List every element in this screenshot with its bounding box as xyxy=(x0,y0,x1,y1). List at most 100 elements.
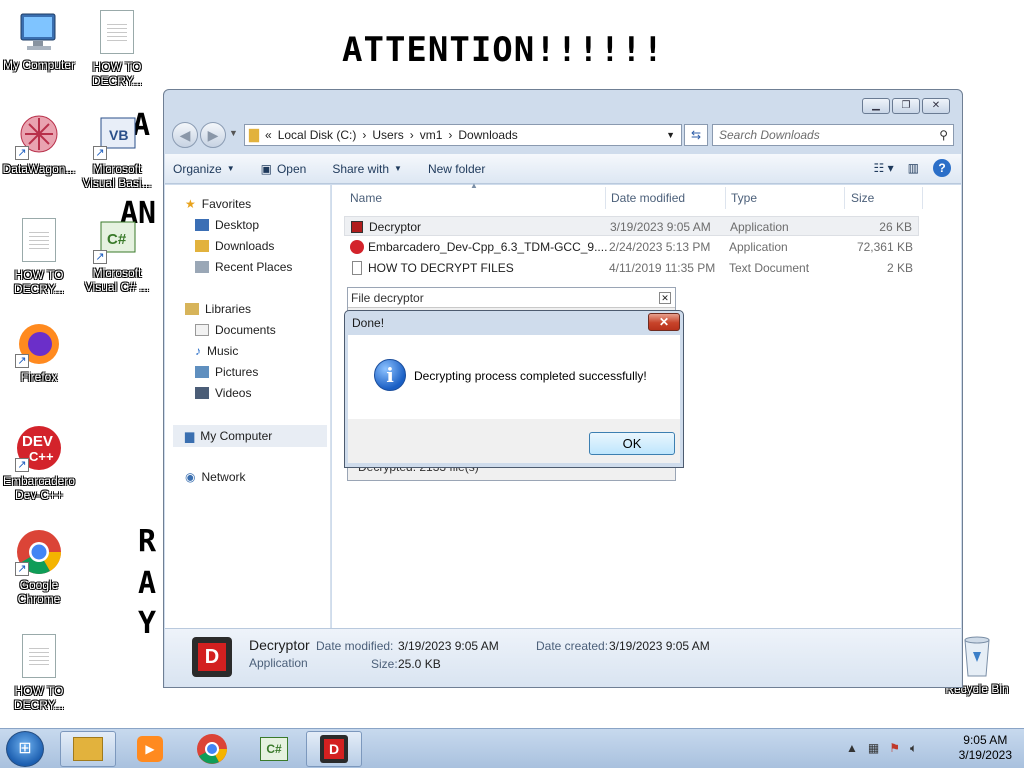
nav-libraries[interactable]: Libraries xyxy=(185,302,251,316)
nav-pictures[interactable]: Pictures xyxy=(195,365,258,379)
desktop-icon-firefox[interactable]: ↗ Firefox xyxy=(0,320,78,384)
view-options-icon[interactable]: ☷ ▾ xyxy=(874,161,894,175)
nav-downloads[interactable]: Downloads xyxy=(195,239,274,253)
back-button[interactable]: ◀ xyxy=(172,122,198,148)
breadcrumb-downloads[interactable]: Downloads xyxy=(458,128,517,142)
ransom-note-fragment: Y xyxy=(138,606,157,641)
svg-text:VB: VB xyxy=(109,127,128,143)
text-file-icon xyxy=(352,261,362,275)
videos-icon xyxy=(195,387,209,399)
forward-arrow-icon: ▶ xyxy=(207,127,219,143)
address-dropdown-icon[interactable]: ▼ xyxy=(666,130,675,140)
network-tray-icon[interactable]: ▦ xyxy=(868,741,879,756)
refresh-button[interactable]: ⇆ xyxy=(684,124,708,146)
details-type: Application xyxy=(249,656,308,670)
nav-desktop[interactable]: Desktop xyxy=(195,218,259,232)
desktop-icon-label: Embarcadero Dev-C++ xyxy=(2,474,76,502)
refresh-icon: ⇆ xyxy=(690,128,702,142)
taskbar-decryptor[interactable]: D xyxy=(306,731,362,767)
desktop-icon-how-to-decrypt-3[interactable]: HOW TO DECRY... xyxy=(0,632,78,712)
desktop-icon-label: Google Chrome xyxy=(17,578,61,606)
nav-recent-places[interactable]: Recent Places xyxy=(195,260,292,274)
address-bar[interactable]: ▇ « Local Disk (C:) › Users › vm1 › Down… xyxy=(244,124,682,146)
nav-my-computer[interactable]: ▆ My Computer xyxy=(173,425,327,447)
network-icon: ◉ xyxy=(185,470,196,484)
desktop-icon-visual-basic[interactable]: VB ↗ Microsoft Visual Basi... xyxy=(78,112,156,190)
desktop-icon-dev-cpp[interactable]: DEV C++ ↗ Embarcadero Dev-C++ xyxy=(0,424,78,502)
desktop-icon-datawagon[interactable]: ↗ DataWagon... xyxy=(0,112,78,176)
folder-icon: ▇ xyxy=(249,127,259,142)
column-header-size[interactable]: Size xyxy=(851,191,874,205)
breadcrumb-overflow[interactable]: « xyxy=(265,128,272,142)
action-center-icon[interactable]: ⚑ xyxy=(889,741,900,756)
nav-videos[interactable]: Videos xyxy=(195,386,251,400)
open-button[interactable]: ▣ Open xyxy=(261,162,307,176)
desktop-icon-label: Microsoft Visual Basi... xyxy=(82,162,152,190)
minimize-button[interactable]: ▁ xyxy=(862,98,890,114)
chrome-icon xyxy=(197,734,227,764)
decryptor-close-button[interactable]: ✕ xyxy=(659,292,671,304)
show-hidden-icons-icon[interactable]: ▲ xyxy=(846,741,858,756)
table-row[interactable]: HOW TO DECRYPT FILES 4/11/2019 11:35 PM … xyxy=(344,258,919,278)
forward-button[interactable]: ▶ xyxy=(200,122,226,148)
text-file-icon xyxy=(100,10,134,54)
organize-button[interactable]: Organize ▼ xyxy=(173,162,235,176)
breadcrumb-separator-icon[interactable]: › xyxy=(410,128,414,142)
details-created-label: Date created: xyxy=(536,639,609,653)
tray-icons: ▲ ▦ ⚑ 🔈︎ xyxy=(846,741,917,756)
ok-button[interactable]: OK xyxy=(589,432,675,455)
taskbar-chrome[interactable] xyxy=(184,731,240,767)
preview-pane-icon[interactable]: ▥ xyxy=(908,161,919,175)
desktop-icon-chrome[interactable]: ↗ Google Chrome xyxy=(0,528,78,606)
close-button[interactable]: ✕ xyxy=(922,98,950,114)
nav-music[interactable]: ♪ Music xyxy=(195,344,238,358)
recent-pages-dropdown[interactable]: ▼ xyxy=(229,128,238,138)
breadcrumb-local-disk[interactable]: Local Disk (C:) xyxy=(278,128,357,142)
done-dialog[interactable]: Done! ✕ i Decrypting process completed s… xyxy=(344,310,684,468)
search-input[interactable]: Search Downloads ⚲ xyxy=(712,124,954,146)
search-placeholder: Search Downloads xyxy=(719,128,820,142)
dev-cpp-icon: DEV C++ ↗ xyxy=(15,424,63,472)
table-row[interactable]: Decryptor 3/19/2023 9:05 AM Application … xyxy=(344,216,919,236)
start-button[interactable]: ⊞ xyxy=(6,731,44,767)
column-header-name[interactable]: Name xyxy=(350,191,382,205)
dialog-message: Decrypting process completed successfull… xyxy=(414,369,647,383)
nav-documents[interactable]: Documents xyxy=(195,323,276,337)
desktop-icon-my-computer[interactable]: My Computer xyxy=(0,8,78,72)
desktop-icon-how-to-decrypt-2[interactable]: HOW TO DECRY... xyxy=(0,216,78,296)
shortcut-arrow-icon: ↗ xyxy=(15,146,29,160)
breadcrumb-separator-icon[interactable]: › xyxy=(362,128,366,142)
new-folder-button[interactable]: New folder xyxy=(428,162,485,176)
clock[interactable]: 9:05 AM 3/19/2023 xyxy=(959,733,1012,763)
breadcrumb-separator-icon[interactable]: › xyxy=(448,128,452,142)
column-header-date[interactable]: Date modified xyxy=(611,191,685,205)
taskbar-media-player[interactable]: ▶ xyxy=(122,731,178,767)
shortcut-arrow-icon: ↗ xyxy=(15,562,29,576)
maximize-button[interactable]: ❐ xyxy=(892,98,920,114)
help-icon[interactable]: ? xyxy=(933,159,951,177)
volume-icon[interactable]: 🔈︎ xyxy=(910,741,917,756)
decryptor-app-icon xyxy=(351,221,363,233)
close-icon: ✕ xyxy=(658,315,670,329)
desktop-icon-visual-csharp[interactable]: C# ↗ Microsoft Visual C# ... xyxy=(78,216,156,294)
column-header-type[interactable]: Type xyxy=(731,191,757,205)
folder-icon xyxy=(73,737,103,761)
desktop-icon-label: HOW TO DECRY... xyxy=(13,684,65,712)
details-name: Decryptor xyxy=(249,637,310,653)
open-icon: ▣ xyxy=(260,161,272,176)
breadcrumb-vm1[interactable]: vm1 xyxy=(420,128,443,142)
chevron-down-icon: ▼ xyxy=(394,164,402,173)
nav-network[interactable]: ◉ Network xyxy=(185,470,246,484)
nav-favorites[interactable]: ★ Favorites xyxy=(185,197,251,211)
taskbar-visual-csharp[interactable]: C# xyxy=(246,731,302,767)
music-icon: ♪ xyxy=(195,344,201,358)
share-with-button[interactable]: Share with ▼ xyxy=(332,162,402,176)
table-row[interactable]: Embarcadero_Dev-Cpp_6.3_TDM-GCC_9.... 2/… xyxy=(344,237,919,257)
attention-heading: ATTENTION!!!!!! xyxy=(342,30,665,70)
visual-basic-icon: VB ↗ xyxy=(93,112,141,160)
desktop-icon-how-to-decrypt[interactable]: HOW TO DECRY... xyxy=(78,8,156,88)
breadcrumb-users[interactable]: Users xyxy=(372,128,403,142)
taskbar-explorer[interactable] xyxy=(60,731,116,767)
navigation-pane: ★ Favorites Desktop Downloads Recent Plac… xyxy=(165,185,331,628)
dialog-close-button[interactable]: ✕ xyxy=(648,313,680,331)
